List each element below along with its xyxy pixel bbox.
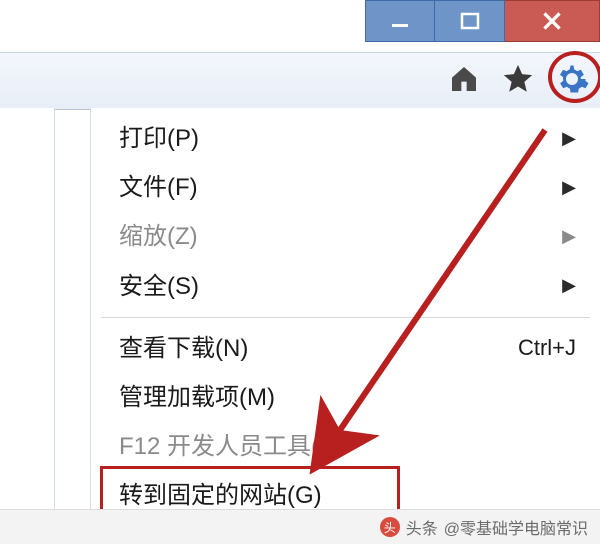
menu-shortcut: Ctrl+J: [518, 331, 576, 365]
menu-item-f12-devtools[interactable]: F12 开发人员工具(L): [91, 422, 600, 471]
gear-icon: [554, 61, 590, 97]
favorites-button[interactable]: [498, 59, 538, 99]
menu-label: 打印(P): [119, 120, 199, 157]
menu-item-zoom[interactable]: 缩放(Z) ▶: [91, 212, 600, 261]
star-icon: [501, 62, 535, 96]
menu-item-view-downloads[interactable]: 查看下载(N) Ctrl+J: [91, 324, 600, 373]
tools-menu: 打印(P) ▶ 文件(F) ▶ 缩放(Z) ▶ 安全(S) ▶ 查看下载(N) …: [90, 108, 600, 510]
close-icon: [539, 8, 565, 34]
menu-separator: [101, 317, 590, 318]
minimize-icon: [388, 9, 412, 33]
submenu-arrow-icon: ▶: [562, 174, 576, 202]
watermark-text: @零基础学电脑常识: [444, 515, 588, 539]
home-button[interactable]: [444, 59, 484, 99]
menu-label: F12 开发人员工具(L): [119, 428, 340, 465]
minimize-button[interactable]: [365, 0, 435, 42]
window-controls: [365, 0, 600, 42]
watermark-prefix: 头条: [406, 515, 438, 539]
home-icon: [448, 63, 480, 95]
watermark: 头 头条 @零基础学电脑常识: [0, 509, 600, 544]
maximize-button[interactable]: [435, 0, 505, 42]
menu-label: 文件(F): [119, 169, 198, 206]
menu-item-print[interactable]: 打印(P) ▶: [91, 114, 600, 163]
menu-label: 管理加载项(M): [119, 379, 275, 416]
toolbar: [0, 52, 600, 110]
watermark-icon: 头: [380, 517, 400, 537]
close-button[interactable]: [505, 0, 600, 42]
tools-button[interactable]: [552, 59, 592, 99]
sidebar: [0, 108, 55, 510]
submenu-arrow-icon: ▶: [562, 125, 576, 153]
menu-item-manage-addons[interactable]: 管理加载项(M): [91, 373, 600, 422]
menu-label: 查看下载(N): [119, 330, 248, 367]
menu-item-file[interactable]: 文件(F) ▶: [91, 163, 600, 212]
submenu-arrow-icon: ▶: [562, 272, 576, 300]
submenu-arrow-icon: ▶: [562, 223, 576, 251]
menu-label: 缩放(Z): [119, 218, 198, 255]
menu-label: 安全(S): [119, 268, 199, 305]
menu-item-safety[interactable]: 安全(S) ▶: [91, 262, 600, 311]
maximize-icon: [458, 9, 482, 33]
